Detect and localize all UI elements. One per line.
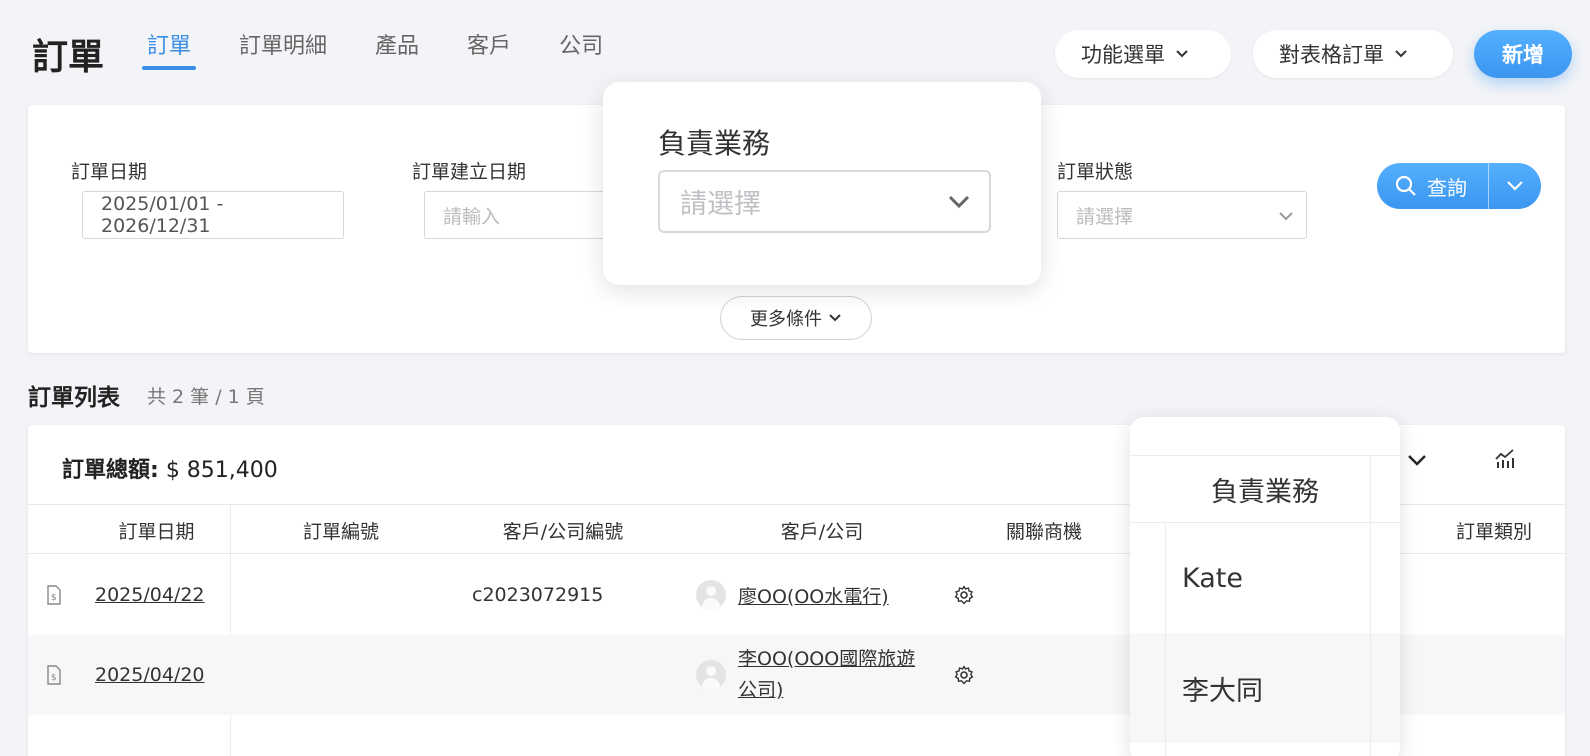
order-status-placeholder: 請選擇 — [1076, 205, 1134, 228]
chart-icon[interactable] — [1494, 447, 1516, 469]
sales-column-header: 負責業務 — [1130, 455, 1400, 523]
more-conditions-button[interactable]: 更多條件 — [720, 296, 872, 340]
more-conditions-label: 更多條件 — [750, 309, 822, 330]
order-list-count: 共 2 筆 / 1 頁 — [147, 386, 265, 408]
chevron-down-icon — [1507, 181, 1523, 191]
function-menu-button[interactable]: 功能選單 — [1055, 30, 1231, 78]
avatar — [696, 580, 726, 610]
add-order-button[interactable]: 新增 — [1474, 30, 1572, 78]
order-total: 訂單總額: $ 851,400 — [62, 452, 278, 484]
order-list-title: 訂單列表 — [28, 385, 120, 411]
customer-number-cell: c2023072915 — [472, 584, 604, 606]
customer-name-line1: 李OO(OOO國際旅遊 — [738, 648, 916, 670]
order-status-label: 訂單狀態 — [1057, 161, 1134, 183]
order-date-range-input[interactable]: 2025/01/01 - 2026/12/31 — [82, 191, 344, 239]
order-date-label: 訂單日期 — [71, 161, 148, 183]
invoice-icon[interactable]: $ — [46, 635, 66, 715]
avatar — [696, 660, 726, 690]
svg-text:$: $ — [51, 673, 57, 683]
chevron-down-icon[interactable] — [1407, 453, 1427, 469]
function-menu-label: 功能選單 — [1081, 43, 1165, 67]
customer-link[interactable]: 廖OO(OO水電行) — [738, 582, 889, 609]
order-status-select[interactable]: 請選擇 — [1057, 191, 1307, 239]
query-button[interactable]: 查詢 — [1377, 163, 1541, 209]
column-header-customer[interactable]: 客戶/公司 — [674, 505, 970, 555]
order-total-value: $ 851,400 — [165, 458, 278, 483]
customer-cell: 廖OO(OO水電行) — [696, 555, 889, 635]
column-divider — [1370, 455, 1371, 756]
chevron-down-icon — [829, 314, 841, 322]
table-orders-button[interactable]: 對表格訂單 — [1253, 30, 1453, 78]
query-label: 查詢 — [1427, 175, 1467, 200]
order-date-link[interactable]: 2025/04/20 — [95, 664, 205, 686]
query-main-button[interactable]: 查詢 — [1377, 163, 1489, 209]
chevron-down-icon — [1279, 212, 1293, 221]
sales-filter-popover: 負責業務 請選擇 — [603, 82, 1041, 285]
svg-text:$: $ — [51, 593, 57, 603]
customer-name-line2: 公司) — [738, 679, 784, 701]
customer-cell: 李OO(OOO國際旅遊 公司) — [696, 635, 915, 715]
main-tabs: 訂單 訂單明細 產品 客戶 公司 — [141, 28, 651, 70]
created-date-input[interactable]: 請輸入 — [424, 191, 624, 239]
chevron-down-icon — [1176, 50, 1188, 58]
column-divider — [1165, 523, 1166, 756]
query-dropdown-toggle[interactable] — [1489, 179, 1541, 193]
sales-rep-item[interactable]: 李大同 — [1130, 633, 1400, 743]
search-icon — [1395, 175, 1416, 196]
column-header-order-type[interactable]: 訂單類別 — [1423, 505, 1565, 555]
created-date-label: 訂單建立日期 — [412, 161, 527, 183]
order-date-link[interactable]: 2025/04/22 — [95, 584, 205, 606]
column-header-related-opportunity[interactable]: 關聯商機 — [970, 505, 1118, 555]
chevron-down-icon — [1395, 50, 1407, 58]
gear-icon[interactable] — [954, 555, 974, 635]
tab-products[interactable]: 產品 — [375, 28, 419, 70]
tab-order-details[interactable]: 訂單明細 — [239, 28, 327, 70]
page-title: 訂單 — [32, 37, 105, 78]
gear-icon[interactable] — [954, 635, 974, 715]
chevron-down-icon — [948, 195, 970, 209]
sales-filter-label: 負責業務 — [658, 127, 771, 160]
customer-link[interactable]: 李OO(OOO國際旅遊 公司) — [738, 644, 915, 706]
sales-column-popover: 負責業務 Kate 李大同 — [1130, 417, 1400, 756]
tab-companies[interactable]: 公司 — [559, 28, 603, 70]
tab-customers[interactable]: 客戶 — [467, 28, 511, 70]
sales-rep-item[interactable]: Kate — [1130, 523, 1400, 633]
tab-orders[interactable]: 訂單 — [141, 28, 197, 70]
table-orders-label: 對表格訂單 — [1279, 43, 1384, 67]
sales-filter-select[interactable]: 請選擇 — [658, 170, 991, 233]
column-header-customer-number[interactable]: 客戶/公司編號 — [452, 505, 674, 555]
column-header-order-number[interactable]: 訂單編號 — [230, 505, 452, 555]
order-total-label: 訂單總額: — [62, 458, 159, 483]
sales-filter-placeholder: 請選擇 — [680, 189, 761, 220]
column-header-order-date[interactable]: 訂單日期 — [83, 505, 230, 555]
invoice-icon[interactable]: $ — [46, 555, 66, 635]
